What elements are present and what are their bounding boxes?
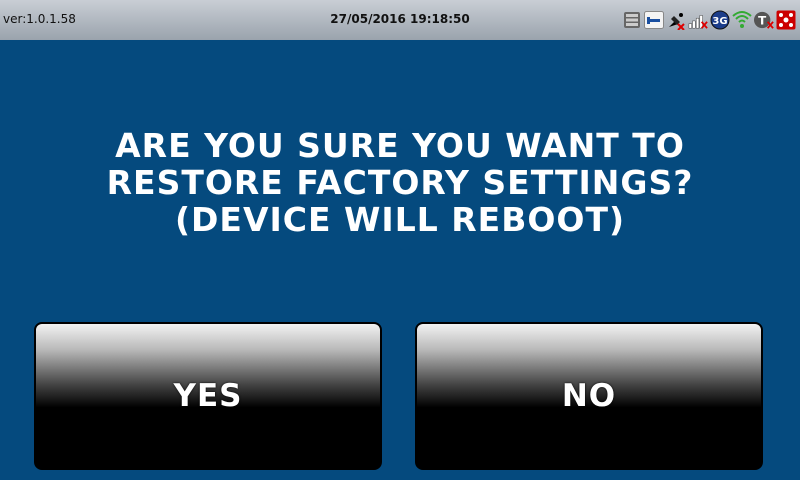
message-line-3: (DEVICE WILL REBOOT): [174, 200, 626, 239]
no-button[interactable]: NO: [415, 322, 763, 470]
network-icon: [644, 10, 664, 30]
satellite-off-icon: [666, 10, 686, 30]
3g-icon: 3G: [710, 10, 730, 30]
alarm-icon: [776, 10, 796, 30]
storage-icon: [622, 10, 642, 30]
status-icons: 3G T: [622, 9, 796, 31]
wifi-icon: [732, 10, 752, 30]
signal-off-icon: [688, 10, 708, 30]
yes-button-label: YES: [173, 378, 243, 414]
telnet-badge-text: T: [758, 14, 766, 28]
confirm-dialog: ARE YOU SURE YOU WANT TO RESTORE FACTORY…: [0, 40, 800, 480]
telnet-off-icon: T: [754, 10, 774, 30]
message-line-1: ARE YOU SURE YOU WANT TO: [115, 126, 685, 165]
no-button-label: NO: [561, 378, 617, 414]
yes-button[interactable]: YES: [34, 322, 382, 470]
status-bar: ver:1.0.1.58 27/05/2016 19:18:50 3G T: [0, 0, 800, 40]
message-line-2: RESTORE FACTORY SETTINGS?: [106, 163, 694, 202]
3g-badge-text: 3G: [712, 16, 727, 27]
confirm-message: ARE YOU SURE YOU WANT TO RESTORE FACTORY…: [0, 127, 800, 238]
